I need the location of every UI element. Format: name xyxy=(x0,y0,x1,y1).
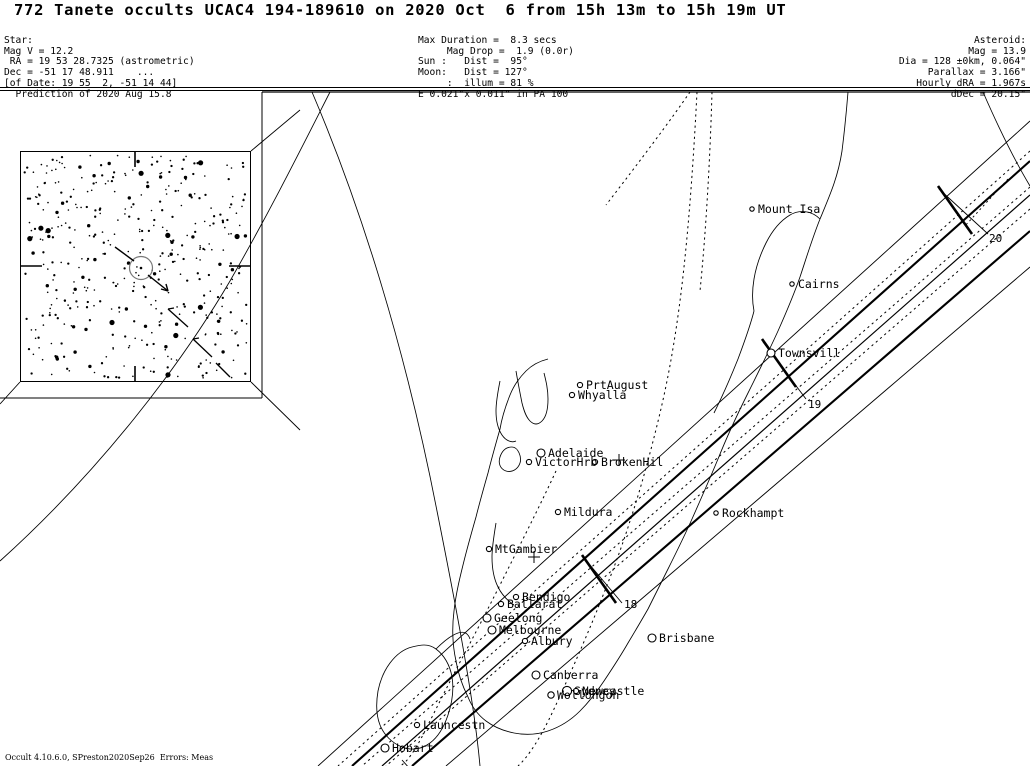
city-marker: Whyalla xyxy=(568,388,626,402)
dotted-limit-curves xyxy=(337,91,1030,766)
city-dot-icon xyxy=(487,625,497,635)
city-label: Brisbane xyxy=(659,631,714,645)
coastline xyxy=(376,91,849,750)
time-marker-label: 18 xyxy=(624,598,637,611)
city-label: Albury xyxy=(531,634,573,648)
city-label: Whyalla xyxy=(578,388,626,402)
city-dot-icon xyxy=(497,600,505,608)
city-label: BrokenHil xyxy=(601,455,663,469)
star-field-inset[interactable] xyxy=(20,151,251,382)
software-credit-footer: Occult 4.10.6.0, SPreston2020Sep26 Error… xyxy=(5,753,214,762)
city-marker: Launcestn xyxy=(413,718,485,732)
city-marker: Cairns xyxy=(789,277,840,291)
city-marker: Mount Isa xyxy=(749,202,820,216)
time-tick-connectors xyxy=(401,185,989,766)
city-marker: Rockhampt xyxy=(713,506,784,520)
city-dot-icon xyxy=(713,510,719,516)
time-marker-label: 20 xyxy=(989,232,1002,245)
city-marker: VictorHrb xyxy=(525,455,597,469)
city-dot-icon xyxy=(554,508,562,516)
city-marker: Townsvill xyxy=(766,346,840,360)
page-title: 772 Tanete occults UCAC4 194-189610 on 2… xyxy=(14,1,787,19)
city-label: VictorHrb xyxy=(535,455,597,469)
city-dot-icon xyxy=(568,391,576,399)
occultation-path-lines xyxy=(317,120,1030,766)
city-label: Ballarat xyxy=(507,597,562,611)
city-marker: MtGambier xyxy=(485,542,557,556)
inset-frame xyxy=(20,151,251,382)
city-dot-icon xyxy=(766,348,776,358)
city-dot-icon xyxy=(576,381,584,389)
city-label: Wollongon xyxy=(557,688,619,702)
city-label: Mildura xyxy=(564,505,612,519)
city-label: Cairns xyxy=(798,277,840,291)
city-dot-icon xyxy=(525,458,533,466)
city-dot-icon xyxy=(547,691,555,699)
city-label: Hobart xyxy=(392,741,434,755)
city-label: Canberra xyxy=(543,668,598,682)
city-marker: Mildura xyxy=(554,505,612,519)
city-marker: Ballarat xyxy=(497,597,562,611)
city-marker: Brisbane xyxy=(647,631,714,645)
occultation-prediction-page: 772 Tanete occults UCAC4 194-189610 on 2… xyxy=(0,0,1030,766)
city-marker: Hobart xyxy=(380,741,434,755)
city-label: Launcestn xyxy=(423,718,485,732)
city-dot-icon xyxy=(521,637,529,645)
city-dot-icon xyxy=(482,613,492,623)
city-label: MtGambier xyxy=(495,542,557,556)
city-marker: Wollongon xyxy=(547,688,619,702)
city-marker: BrokenHil xyxy=(591,455,663,469)
city-dot-icon xyxy=(531,670,541,680)
city-marker: Canberra xyxy=(531,668,598,682)
city-label: Rockhampt xyxy=(722,506,784,520)
city-dot-icon xyxy=(485,545,493,553)
city-dot-icon xyxy=(647,633,657,643)
time-marker-label: 19 xyxy=(808,398,821,411)
city-label: Townsvill xyxy=(778,346,840,360)
city-label: Mount Isa xyxy=(758,202,820,216)
city-dot-icon xyxy=(789,281,795,287)
time-labels-layer: 20191817 xyxy=(624,232,1002,611)
city-dot-icon xyxy=(380,743,390,753)
city-dot-icon xyxy=(413,721,421,729)
header-divider-top xyxy=(0,87,1030,88)
city-dot-icon xyxy=(749,206,755,212)
city-markers-layer: Mount Isa Cairns Townsvill Rockhampt Brisban… xyxy=(380,202,840,755)
